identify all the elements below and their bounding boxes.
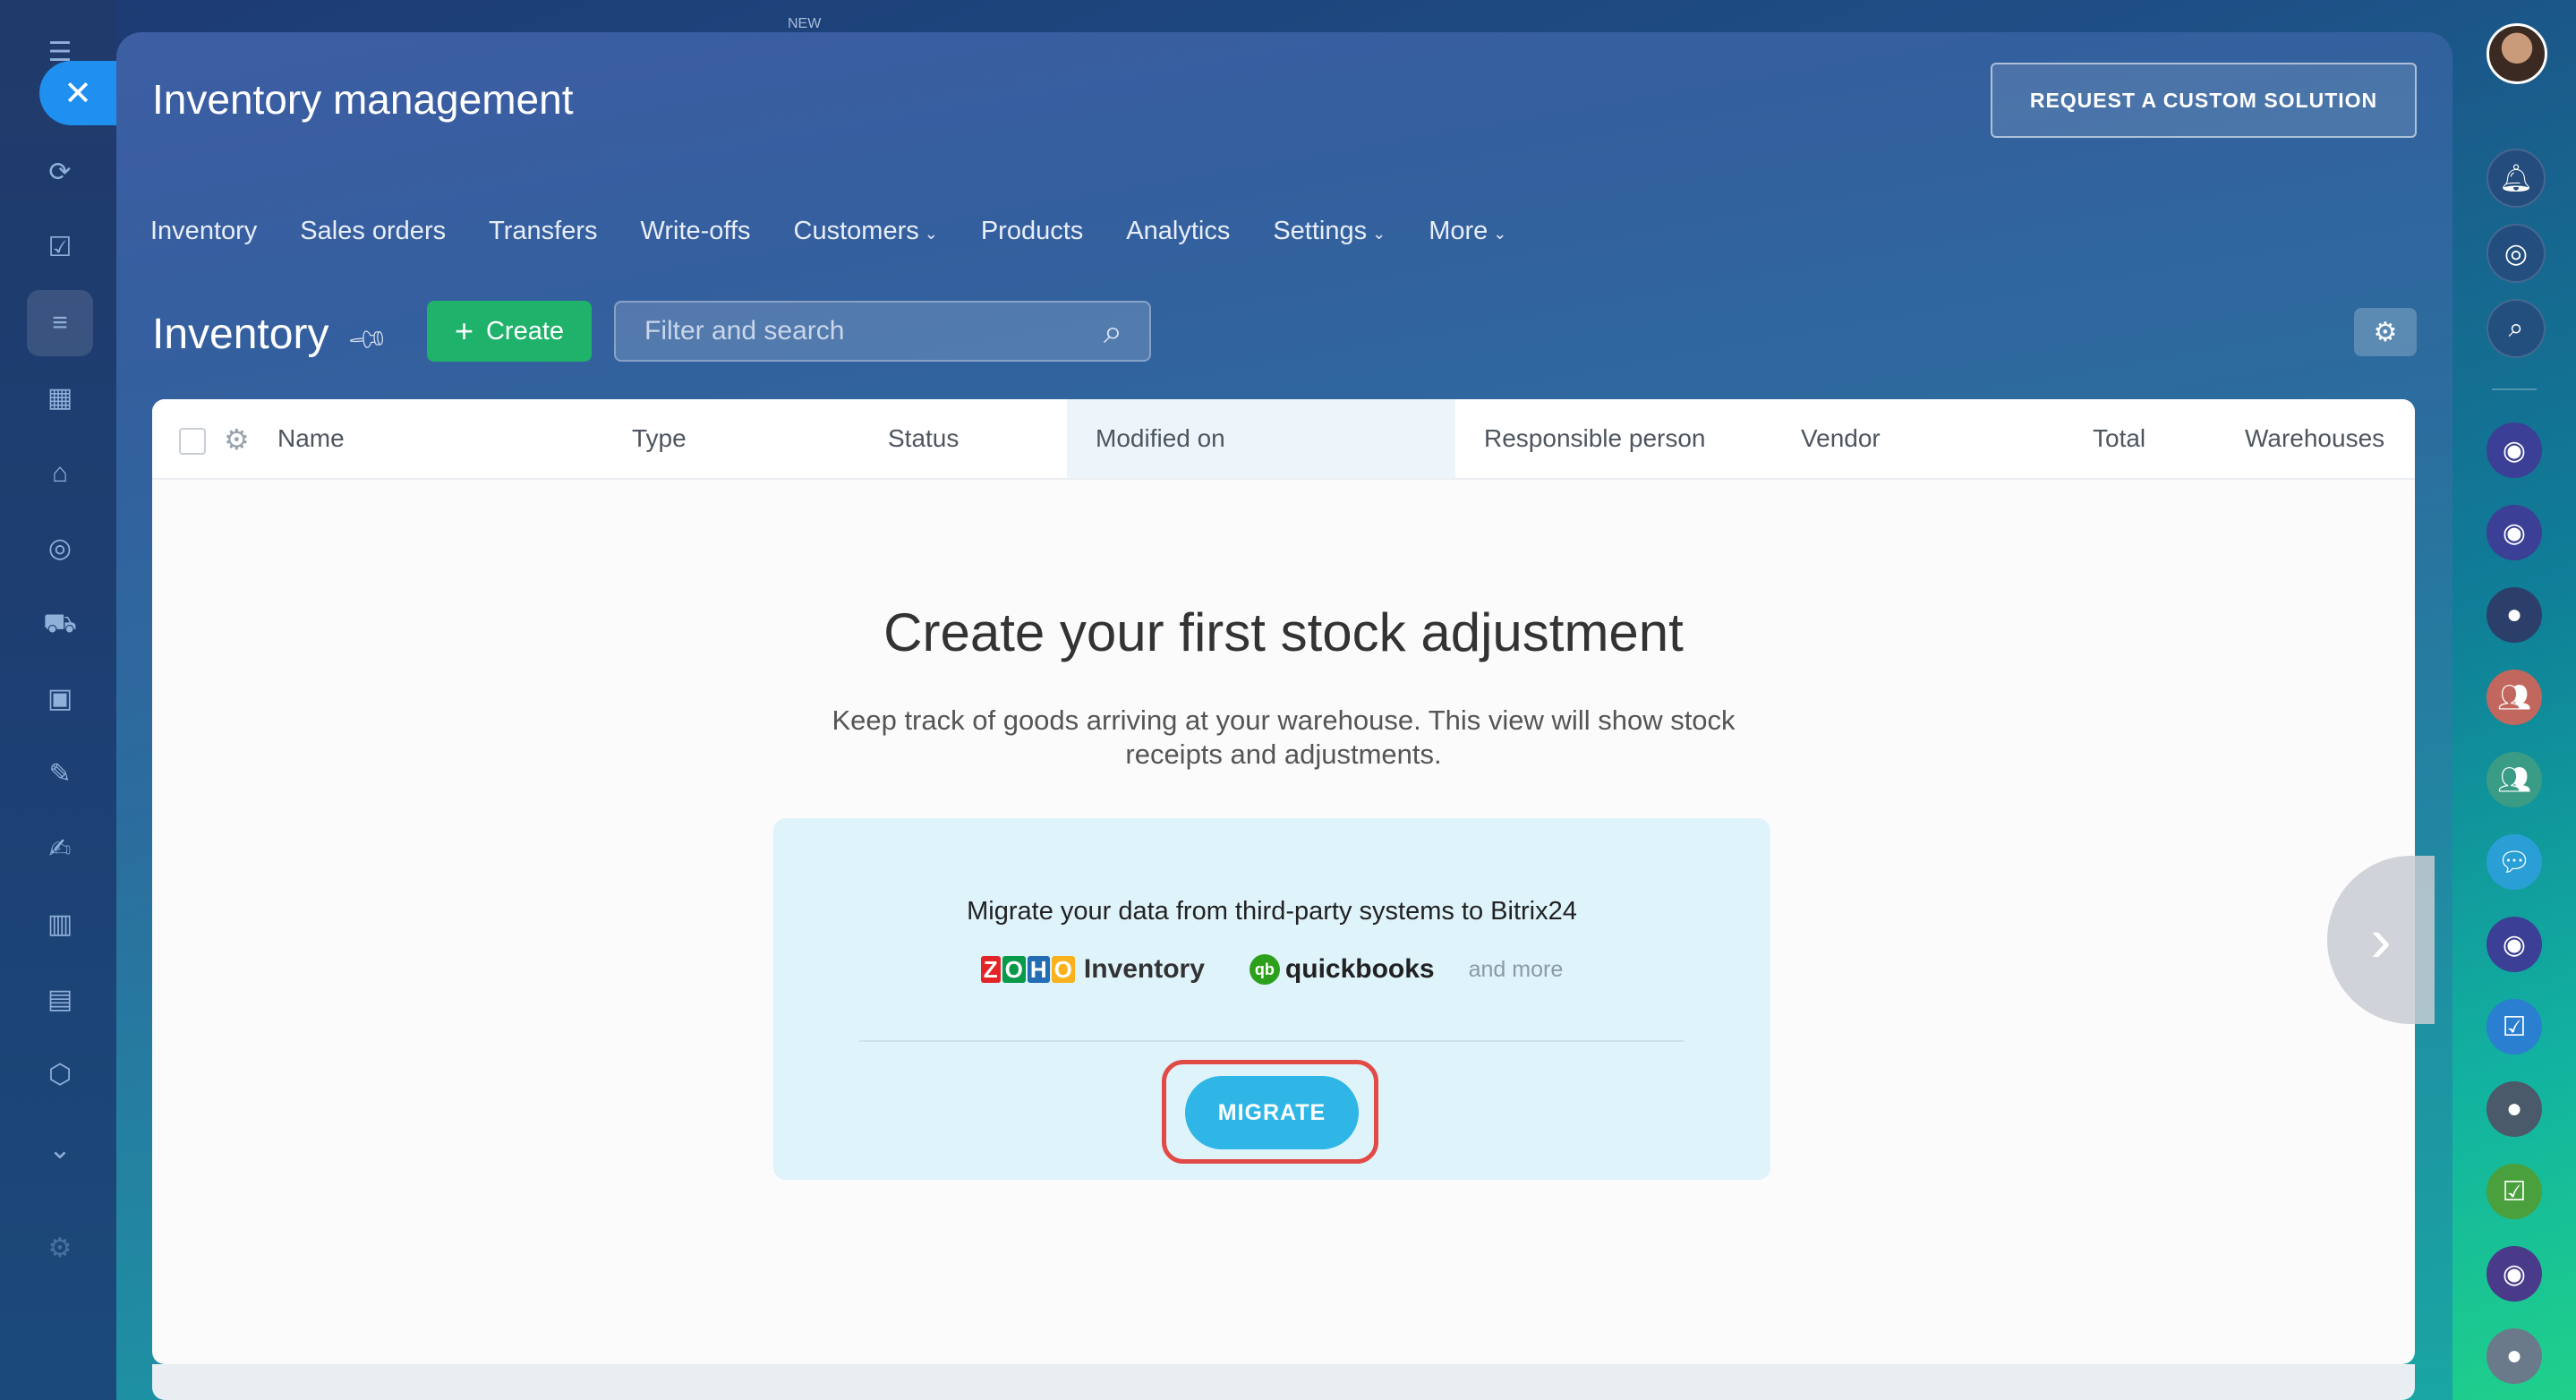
nav-item-products[interactable]: Products	[981, 217, 1083, 246]
search-icon[interactable]: ⌕	[1104, 313, 1122, 352]
chevron-right-icon: ›	[2370, 905, 2392, 975]
column-header-total[interactable]: Total	[2093, 399, 2145, 478]
migrate-button[interactable]: MIGRATE	[1185, 1076, 1359, 1149]
nav-item-transfers[interactable]: Transfers	[489, 217, 597, 246]
search-box[interactable]: ⌕	[614, 301, 1151, 362]
zoho-logo: ZOHO Inventory	[980, 954, 1205, 985]
and-more-label: and more	[1468, 956, 1564, 982]
document-edit-icon[interactable]: ✎	[38, 752, 82, 797]
new-label: NEW	[788, 16, 822, 31]
user-avatar[interactable]	[2486, 23, 2547, 84]
column-header-vendor[interactable]: Vendor	[1801, 399, 1881, 478]
empty-state-description: Keep track of goods arriving at your war…	[832, 704, 1736, 770]
select-all-checkbox[interactable]	[179, 428, 206, 455]
chat-icon[interactable]: 💬︎	[2486, 834, 2542, 890]
settings-icon[interactable]: ⚙	[38, 1226, 82, 1271]
quickbooks-label: quickbooks	[1284, 954, 1435, 984]
quickbooks-icon: qb	[1249, 954, 1280, 985]
task-icon[interactable]: ☑	[2486, 999, 2542, 1054]
migrate-divider	[859, 1040, 1685, 1042]
nav-item-settings[interactable]: Settings ⌄	[1273, 217, 1386, 246]
gear-icon[interactable]: ⚙	[224, 423, 250, 457]
box-icon[interactable]: ⬡	[38, 1053, 82, 1097]
openline-icon[interactable]: ◉	[2486, 423, 2542, 478]
nav-item-more[interactable]: More ⌄	[1429, 217, 1506, 246]
top-navigation: Inventory Sales orders Transfers Write-o…	[116, 195, 2452, 267]
contact-center-icon[interactable]: ▤	[38, 977, 82, 1022]
empty-state-title: Create your first stock adjustment	[883, 602, 1684, 662]
nav-item-write-offs[interactable]: Write-offs	[641, 217, 751, 246]
user-avatar[interactable]: ●	[2486, 1081, 2542, 1137]
chevron-down-icon: ⌄	[1372, 224, 1386, 243]
chat-search-icon[interactable]: ⌕	[2486, 299, 2546, 358]
nav-item-sales-orders[interactable]: Sales orders	[300, 217, 446, 246]
support-icon[interactable]: ◉	[2486, 1246, 2542, 1302]
zoho-inventory-label: Inventory	[1083, 954, 1205, 984]
chevron-down-icon[interactable]: ⌄	[38, 1128, 82, 1173]
openline-icon[interactable]: ◉	[2486, 917, 2542, 972]
group-icon[interactable]: 👥︎	[2486, 670, 2542, 725]
crm-icon[interactable]: ⟳	[38, 150, 82, 195]
user-avatar[interactable]: ●	[2486, 1328, 2542, 1384]
nav-item-customers[interactable]: Customers ⌄	[794, 217, 938, 246]
quickbooks-logo: qb quickbooks	[1249, 954, 1435, 985]
robot-icon[interactable]: ▣	[38, 677, 82, 721]
grid-header: ⚙ Name Type Status Modified on Responsib…	[152, 399, 2415, 480]
column-header-name[interactable]: Name	[277, 399, 345, 478]
request-custom-solution-button[interactable]: REQUEST A CUSTOM SOLUTION	[1991, 63, 2417, 138]
pin-icon[interactable]: 📌︎	[345, 317, 391, 363]
gear-icon: ⚙	[2373, 317, 2398, 347]
create-button[interactable]: + Create	[427, 301, 592, 362]
chevron-down-icon: ⌄	[1493, 224, 1507, 243]
store-icon[interactable]: ⌂	[38, 451, 82, 496]
plus-icon: +	[454, 312, 473, 349]
inventory-icon[interactable]: ≡	[27, 290, 93, 356]
integration-logos: ZOHO Inventory qb quickbooks and more	[773, 954, 1770, 985]
panel-title: Inventory management	[152, 76, 574, 123]
bell-icon[interactable]: 🔔︎	[2486, 149, 2546, 208]
inventory-panel: Inventory management REQUEST A CUSTOM SO…	[116, 32, 2452, 1400]
column-header-modified-on[interactable]: Modified on	[1067, 399, 1455, 478]
sign-icon[interactable]: ✍	[38, 827, 82, 872]
migrate-panel: Migrate your data from third-party syste…	[773, 818, 1770, 1180]
task-done-icon[interactable]: ☑	[2486, 1164, 2542, 1219]
user-avatar[interactable]: ●	[2486, 587, 2542, 643]
column-header-type[interactable]: Type	[632, 399, 687, 478]
toolbar: Inventory 📌︎ + Create ⌕ ⚙	[116, 301, 2452, 372]
search-input[interactable]	[616, 315, 1076, 347]
column-header-responsible-person[interactable]: Responsible person	[1484, 399, 1706, 478]
openline-icon[interactable]: ◉	[2486, 505, 2542, 560]
grid-settings-button[interactable]: ⚙	[2354, 308, 2417, 356]
left-sidebar: ☰ ⟳ ☑ ≡ ▦ ⌂ ◎ ⛟ ▣ ✎ ✍ ▥ ▤ ⬡ ⌄ ⚙	[0, 0, 116, 1400]
right-sidebar: 🔔︎ ◎ ⌕ ◉ ◉ ● 👥︎ 👥︎ 💬︎ ◉ ☑ ● ☑ ◉ ●	[2452, 0, 2576, 1400]
nav-item-analytics[interactable]: Analytics	[1126, 217, 1230, 246]
right-sidebar-divider	[2492, 388, 2537, 390]
grid-footer	[152, 1364, 2415, 1400]
target-icon[interactable]: ◎	[2486, 224, 2546, 283]
group-icon[interactable]: 👥︎	[2486, 752, 2542, 807]
inventory-grid: ⚙ Name Type Status Modified on Responsib…	[152, 399, 2415, 1364]
cart-icon[interactable]: ⛟	[38, 602, 82, 646]
create-button-label: Create	[485, 316, 565, 346]
tasks-icon[interactable]: ☑	[38, 226, 82, 270]
column-header-warehouses[interactable]: Warehouses	[2245, 399, 2384, 478]
page-title: Inventory	[152, 311, 329, 358]
nav-item-inventory[interactable]: Inventory	[150, 217, 257, 246]
analytics-icon[interactable]: ▥	[38, 902, 82, 947]
calendar-icon[interactable]: ▦	[38, 376, 82, 421]
migrate-text: Migrate your data from third-party syste…	[967, 897, 1577, 926]
chevron-down-icon: ⌄	[924, 224, 938, 243]
column-header-status[interactable]: Status	[888, 399, 959, 478]
close-icon: ✕	[64, 74, 92, 113]
close-slider-button[interactable]: ✕	[39, 61, 116, 125]
target-icon[interactable]: ◎	[38, 526, 82, 571]
